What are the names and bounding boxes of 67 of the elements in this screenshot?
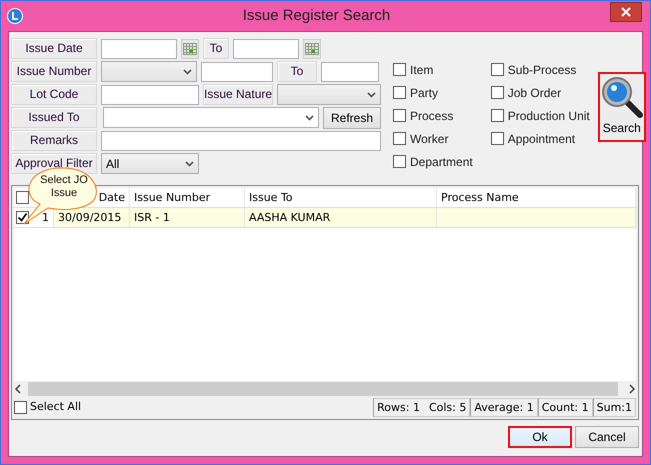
calendar-button[interactable] bbox=[181, 38, 199, 58]
text-field[interactable] bbox=[101, 84, 199, 104]
cancel-button[interactable]: Cancel bbox=[575, 426, 639, 448]
close-icon bbox=[621, 7, 631, 18]
checkbox[interactable] bbox=[393, 109, 406, 122]
scrollbar-thumb[interactable] bbox=[28, 382, 618, 396]
checkbox[interactable] bbox=[490, 63, 504, 76]
field-label: Remarks bbox=[11, 130, 97, 151]
status-text: Count: 1 bbox=[542, 400, 589, 416]
date-field[interactable] bbox=[101, 38, 177, 58]
scroll-left-icon bbox=[14, 384, 22, 394]
table-cell: ISR - 1 bbox=[130, 208, 245, 227]
calendar-button[interactable] bbox=[303, 38, 321, 58]
checkbox-label: Job Order bbox=[508, 84, 562, 102]
field-label: To bbox=[277, 61, 317, 82]
checkbox-label: Sub-Process bbox=[508, 62, 576, 78]
check-icon bbox=[17, 212, 28, 223]
dropdown[interactable]: All bbox=[101, 153, 199, 174]
checkbox[interactable] bbox=[393, 132, 406, 145]
checkbox[interactable] bbox=[393, 86, 406, 99]
close-button[interactable] bbox=[610, 2, 642, 22]
column-header[interactable]: Date bbox=[98, 191, 125, 204]
checkbox-label: Worker bbox=[410, 130, 448, 148]
row-checkbox[interactable] bbox=[16, 211, 29, 224]
column-header[interactable]: Process Name bbox=[441, 191, 519, 204]
field-label: Issued To bbox=[11, 107, 97, 128]
status-text: Rows: 1 bbox=[377, 400, 420, 416]
checkbox-label: Item bbox=[410, 62, 434, 78]
table-cell: AASHA KUMAR bbox=[245, 208, 437, 227]
checkbox[interactable] bbox=[490, 86, 504, 99]
window-title: Issue Register Search bbox=[242, 6, 392, 26]
checkbox-label: Production Unit bbox=[508, 108, 590, 124]
checkbox[interactable] bbox=[490, 132, 504, 145]
status-text: Average: 1 bbox=[474, 400, 534, 416]
checkbox-label: Department bbox=[410, 154, 473, 170]
search-icon bbox=[600, 75, 644, 119]
text-field[interactable] bbox=[101, 130, 381, 150]
field-label: Issue Date bbox=[11, 38, 97, 59]
ok-button[interactable]: Ok bbox=[508, 426, 572, 448]
row-number: 1 bbox=[42, 210, 49, 226]
field-label: Lot Code bbox=[11, 84, 97, 105]
status-text: Sum:1 bbox=[596, 400, 632, 416]
checkbox[interactable] bbox=[393, 63, 406, 76]
header-checkbox[interactable] bbox=[16, 191, 29, 204]
select-all-checkbox[interactable] bbox=[14, 400, 27, 414]
tooltip-text: Select JO Issue bbox=[39, 174, 89, 200]
text-field[interactable] bbox=[201, 62, 273, 82]
checkbox[interactable] bbox=[393, 155, 406, 168]
field-label: Issue Nature bbox=[203, 84, 273, 105]
scroll-right-icon bbox=[628, 384, 636, 394]
refresh-button[interactable]: Refresh bbox=[323, 106, 381, 128]
checkbox-label: Select All bbox=[30, 398, 82, 415]
column-header[interactable]: Issue Number bbox=[134, 191, 210, 204]
text-field[interactable] bbox=[321, 62, 379, 82]
app-icon bbox=[7, 8, 23, 24]
search-button[interactable]: Search bbox=[598, 72, 646, 142]
checkbox-label: Process bbox=[410, 108, 454, 124]
calendar-icon bbox=[305, 42, 319, 54]
column-header[interactable]: Issue To bbox=[249, 191, 293, 204]
calendar-icon bbox=[183, 42, 197, 54]
checkbox-label: Party bbox=[410, 84, 438, 102]
checkbox-label: Appointment bbox=[508, 130, 576, 148]
status-text: Cols: 5 bbox=[428, 400, 466, 416]
date-field[interactable] bbox=[233, 38, 299, 58]
checkbox[interactable] bbox=[490, 109, 504, 122]
field-label: To bbox=[203, 38, 229, 59]
field-label: Issue Number bbox=[11, 61, 97, 82]
